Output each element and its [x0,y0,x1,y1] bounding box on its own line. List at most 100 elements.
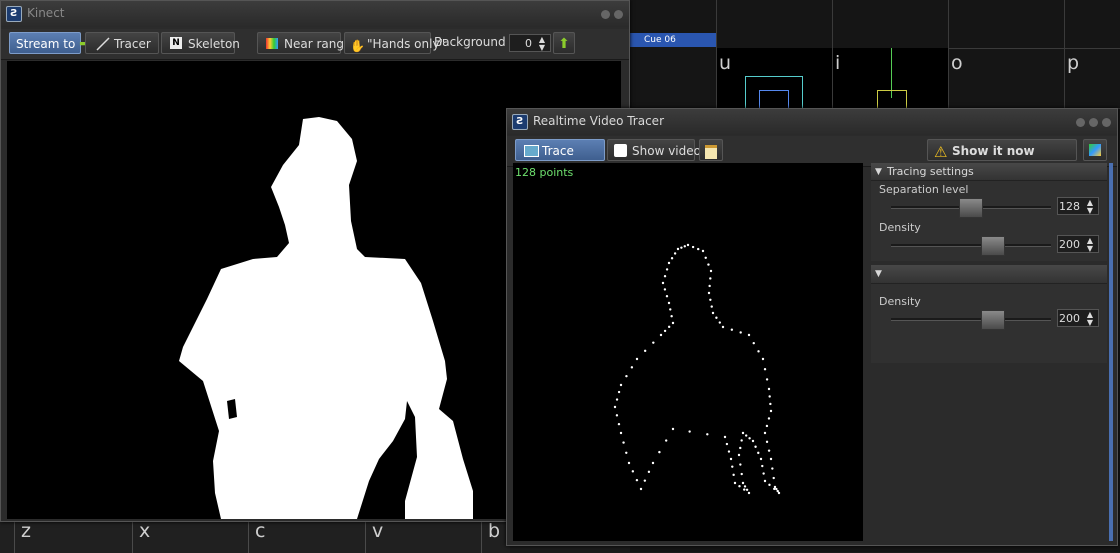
collapse-arrow-icon: ▼ [875,167,882,177]
trace-point [718,321,721,324]
background-value-input[interactable]: 0 ▲ ▼ [509,34,551,52]
trace-point [667,261,671,265]
close-icon[interactable] [614,10,623,19]
trace-point [663,288,667,291]
near-range-icon [266,38,278,49]
skeleton-button[interactable]: N Skeleton [161,32,240,54]
hands-only-button[interactable]: ✋ "Hands only" [344,32,445,54]
trace-point [752,341,755,345]
minimize-icon[interactable] [601,10,610,19]
trace-preview[interactable]: 128 points [513,163,863,541]
trace-point [763,431,767,435]
tracer-titlebar[interactable]: Ƨ Realtime Video Tracer [507,109,1117,135]
slider-thumb[interactable] [959,198,983,218]
trace-point [765,440,769,444]
density-input[interactable]: 200 ▲ ▼ [1057,235,1099,253]
spinner-arrows-icon[interactable]: ▲ ▼ [1084,311,1096,327]
spinner-arrows-icon[interactable]: ▲ ▼ [1084,199,1096,215]
trace-point [747,491,751,495]
trace-point [763,368,767,371]
trace-point [740,439,743,442]
tracing-settings-header[interactable]: ▼ Tracing settings [871,163,1107,181]
tracer-button[interactable]: Tracer [85,32,159,54]
trace-point [697,247,700,251]
trace-point [762,472,765,475]
trace-point [643,479,647,482]
separation-level-input[interactable]: 128 ▲ ▼ [1057,197,1099,215]
separation-level-slider[interactable] [891,197,1051,218]
second-settings-header[interactable]: ▼ [871,265,1107,284]
slider-thumb[interactable] [981,310,1005,330]
maximize-icon[interactable] [1089,118,1098,127]
cue-letter[interactable]: z [14,521,31,553]
grid-cell[interactable] [832,0,949,49]
density-slider[interactable] [891,235,1051,256]
density-label: Density [879,295,921,308]
cue-cell-i[interactable]: i [832,48,949,122]
density-slider[interactable] [891,309,1051,330]
stream-to-label: Stream to [16,37,76,51]
density-input[interactable]: 200 ▲ ▼ [1057,309,1099,327]
warning-icon: ⚠ [934,143,948,161]
clapper-button[interactable] [699,139,723,161]
spinner-arrows-icon[interactable]: ▲ ▼ [536,36,548,52]
density-label: Density [879,221,921,234]
show-it-now-button[interactable]: ⚠ Show it now [927,139,1077,161]
trace-point [733,481,737,485]
slider-thumb[interactable] [981,236,1005,256]
trace-button[interactable]: Trace [515,139,605,161]
grid-cell[interactable] [948,0,1065,49]
cue-letter[interactable]: x [132,521,150,553]
pen-line-icon [96,37,110,51]
cue-cell-p[interactable]: p [1064,48,1120,109]
trace-point [647,470,651,474]
density-value: 200 [1059,312,1080,325]
trace-point [768,395,771,398]
close-icon[interactable] [1102,118,1111,127]
trace-point [617,422,621,426]
trace-point [767,417,771,420]
trace-point [767,387,771,391]
trace-point [743,488,746,491]
trace-point [773,487,776,491]
options-button[interactable] [1083,139,1107,161]
trace-point [631,470,635,473]
trace-point [729,457,733,461]
trace-point [711,311,715,315]
spinner-arrows-icon[interactable]: ▲ ▼ [1084,237,1096,253]
grid-cell[interactable] [1064,0,1120,49]
trace-point [743,485,747,488]
kinect-titlebar[interactable]: Ƨ Kinect [1,1,629,27]
background-value: 0 [525,37,532,50]
cue-cell-o[interactable]: o [948,48,1065,109]
show-video-button[interactable]: Show video [607,139,701,161]
settings-empty-area [871,367,1107,541]
minimize-icon[interactable] [1076,118,1085,127]
cue-letter[interactable]: b [481,521,500,553]
cue-cell-u[interactable]: u [716,48,833,122]
trace-point [643,349,647,353]
grid-cell[interactable] [716,0,833,49]
trace-point [739,331,742,334]
cue-letter: p [1067,52,1080,74]
cue-label[interactable]: Cue 06 [630,33,716,47]
trace-point [625,374,628,378]
trace-point [747,333,751,337]
trace-point [739,446,742,450]
settings-scrollbar[interactable] [1109,163,1113,541]
trace-point [667,301,671,305]
trace-point [665,268,669,271]
trace-label: Trace [542,144,574,158]
trace-point [765,424,769,428]
cue-letter[interactable]: c [248,521,265,553]
arrow-up-button[interactable]: ⬆ [553,32,575,54]
hands-icon: ✋ [350,39,365,53]
near-range-button[interactable]: Near range [257,32,351,54]
arrow-up-icon: ⬆ [558,36,570,52]
trace-point [615,398,619,401]
trace-point [622,441,625,444]
trace-point [639,487,643,491]
kinect-toolbar: Stream to ➡ Tracer N Skeleton Near range… [1,29,629,60]
cue-letter[interactable]: v [365,521,383,553]
stream-to-button[interactable]: Stream to ➡ [9,32,91,54]
